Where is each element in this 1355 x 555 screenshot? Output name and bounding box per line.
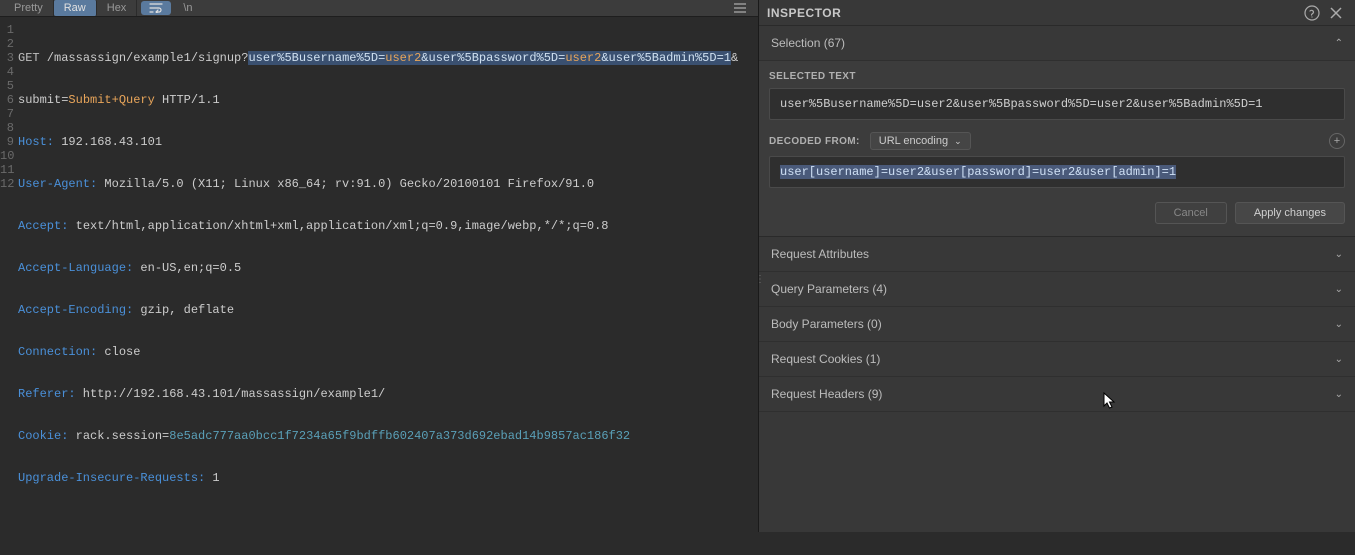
selection-section-body: SELECTED TEXT user%5Busername%5D=user2&u… — [759, 61, 1355, 237]
request-cookies-label: Request Cookies (1) — [771, 352, 1335, 366]
request-headers-label: Request Headers (9) — [771, 387, 1335, 401]
hamburger-icon[interactable] — [726, 1, 754, 15]
wrap-lines-icon[interactable] — [141, 1, 171, 15]
body-parameters-label: Body Parameters (0) — [771, 317, 1335, 331]
chevron-down-icon: ⌄ — [1335, 284, 1343, 295]
add-decode-icon[interactable]: + — [1329, 133, 1345, 149]
selection-section-header[interactable]: Selection (67) ⌃ — [759, 26, 1355, 61]
view-tab-bar: Pretty Raw Hex \n — [0, 0, 758, 17]
show-newlines-icon[interactable]: \n — [175, 0, 200, 16]
code-area[interactable]: 123456 789101112 GET /massassign/example… — [0, 17, 758, 555]
inspector-header: INSPECTOR — [759, 0, 1355, 26]
selection-section-title: Selection (67) — [771, 36, 1335, 50]
line-gutter: 123456 789101112 — [0, 23, 18, 555]
inspector-title: INSPECTOR — [767, 6, 1297, 20]
inspector-pane: INSPECTOR Selection (67) ⌃ SELECTED TEXT… — [759, 0, 1355, 532]
tab-hex[interactable]: Hex — [97, 0, 138, 16]
decoded-text-box[interactable]: user[username]=user2&user[password]=user… — [769, 156, 1345, 188]
request-attributes-label: Request Attributes — [771, 247, 1335, 261]
body-parameters-section[interactable]: Body Parameters (0) ⌄ — [759, 307, 1355, 342]
decoded-text-value: user[username]=user2&user[password]=user… — [780, 165, 1176, 179]
selected-text-label: SELECTED TEXT — [769, 71, 1345, 82]
chevron-down-icon: ⌄ — [954, 136, 962, 147]
query-parameters-section[interactable]: Query Parameters (4) ⌄ — [759, 272, 1355, 307]
chevron-down-icon: ⌄ — [1335, 389, 1343, 400]
drag-handle-icon[interactable]: ⋮ — [755, 278, 765, 282]
selection-button-row: Cancel Apply changes — [769, 198, 1345, 226]
cancel-button[interactable]: Cancel — [1155, 202, 1227, 224]
close-icon[interactable] — [1327, 4, 1345, 22]
help-icon[interactable] — [1303, 4, 1321, 22]
decoded-from-row: DECODED FROM: URL encoding ⌄ + — [769, 132, 1345, 150]
request-cookies-section[interactable]: Request Cookies (1) ⌄ — [759, 342, 1355, 377]
request-editor-pane: Pretty Raw Hex \n 123456 789101112 GET /… — [0, 0, 758, 532]
pane-divider[interactable]: ⋮ — [758, 0, 759, 532]
chevron-down-icon: ⌄ — [1335, 354, 1343, 365]
chevron-down-icon: ⌄ — [1335, 249, 1343, 260]
chevron-down-icon: ⌄ — [1335, 319, 1343, 330]
code-content[interactable]: GET /massassign/example1/signup?user%5Bu… — [18, 23, 758, 555]
query-parameters-label: Query Parameters (4) — [771, 282, 1335, 296]
selected-text-box[interactable]: user%5Busername%5D=user2&user%5Bpassword… — [769, 88, 1345, 120]
decode-type-value: URL encoding — [879, 135, 948, 147]
apply-changes-button[interactable]: Apply changes — [1235, 202, 1345, 224]
request-headers-section[interactable]: Request Headers (9) ⌄ — [759, 377, 1355, 412]
chevron-up-icon: ⌃ — [1335, 38, 1343, 49]
request-attributes-section[interactable]: Request Attributes ⌄ — [759, 237, 1355, 272]
decoded-from-label: DECODED FROM: — [769, 136, 860, 147]
tab-pretty[interactable]: Pretty — [4, 0, 54, 16]
tab-raw[interactable]: Raw — [54, 0, 97, 16]
decode-type-dropdown[interactable]: URL encoding ⌄ — [870, 132, 971, 150]
